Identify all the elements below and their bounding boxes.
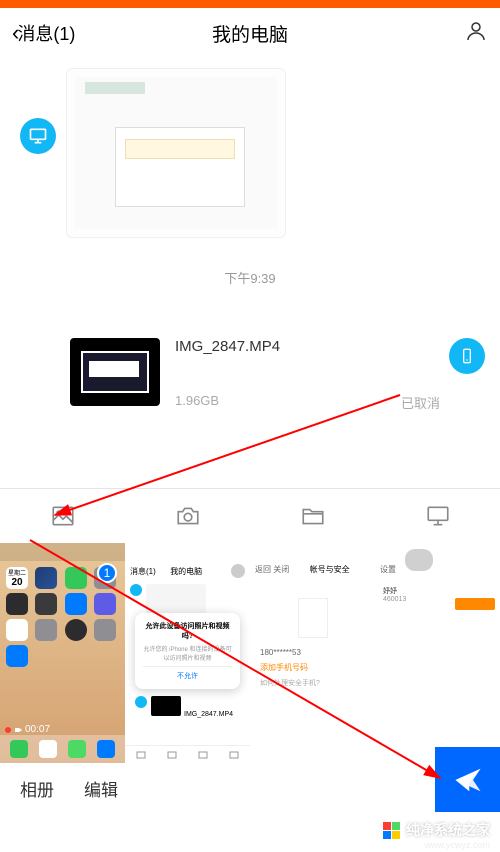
back-button[interactable]: ‹ 消息(1)	[12, 20, 75, 46]
profile-button[interactable]	[464, 19, 488, 48]
watermark: 纯净系统之家	[383, 820, 490, 840]
gallery-thumb-2[interactable]: 消息(1)我的电脑 允许此设备访问照片和视频吗? 允许您的 iPhone 和连接…	[125, 543, 250, 763]
phone-icon	[459, 348, 475, 364]
page-title: 我的电脑	[212, 20, 288, 47]
gallery-thumb-4[interactable]: 设置 妤妤460013	[375, 543, 500, 763]
back-label: 消息(1)	[17, 20, 75, 46]
phone-avatar	[449, 338, 485, 374]
file-size: 1.96GB	[175, 393, 219, 412]
chat-messages: 下午9:39 IMG_2847.MP4 1.96GB 已取消	[0, 58, 500, 488]
screen-button[interactable]	[375, 503, 500, 529]
image-icon	[50, 503, 76, 529]
edit-button[interactable]: 编辑	[84, 776, 118, 801]
camera-icon	[175, 503, 201, 529]
selection-badge: 1	[97, 563, 117, 583]
timestamp: 下午9:39	[0, 268, 500, 287]
header-bar: ‹ 消息(1) 我的电脑	[0, 8, 500, 58]
gallery-button[interactable]	[0, 503, 125, 529]
photo-picker: 星期二20 00:07 1 消息(1)我的电脑 允许此设备访问照片和	[0, 543, 500, 763]
send-icon	[453, 765, 483, 795]
file-info: IMG_2847.MP4 1.96GB 已取消	[175, 338, 480, 412]
monitor-icon	[28, 126, 48, 146]
person-icon	[464, 19, 488, 43]
image-bubble[interactable]	[66, 68, 286, 238]
gallery-thumb-3[interactable]: 返回 关闭帐号与安全 180******53 添加手机号码 如何处理安全手机?	[250, 543, 375, 763]
picker-actions: 相册 编辑	[0, 763, 500, 813]
outgoing-file-message[interactable]: IMG_2847.MP4 1.96GB 已取消	[70, 338, 480, 412]
folder-button[interactable]	[250, 503, 375, 529]
album-button[interactable]: 相册	[20, 776, 54, 801]
file-status: 已取消	[401, 393, 440, 412]
input-toolbar	[0, 488, 500, 543]
incoming-message[interactable]	[20, 68, 286, 238]
pc-avatar	[20, 118, 56, 154]
video-thumbnail	[70, 338, 160, 406]
gallery-thumb-1[interactable]: 星期二20 00:07 1	[0, 543, 125, 763]
file-name: IMG_2847.MP4	[175, 338, 480, 355]
watermark-url: www.ycwyz.com	[424, 840, 490, 850]
send-button[interactable]	[435, 747, 500, 812]
screen-icon	[425, 503, 451, 529]
folder-icon	[300, 503, 326, 529]
camera-button[interactable]	[125, 503, 250, 529]
